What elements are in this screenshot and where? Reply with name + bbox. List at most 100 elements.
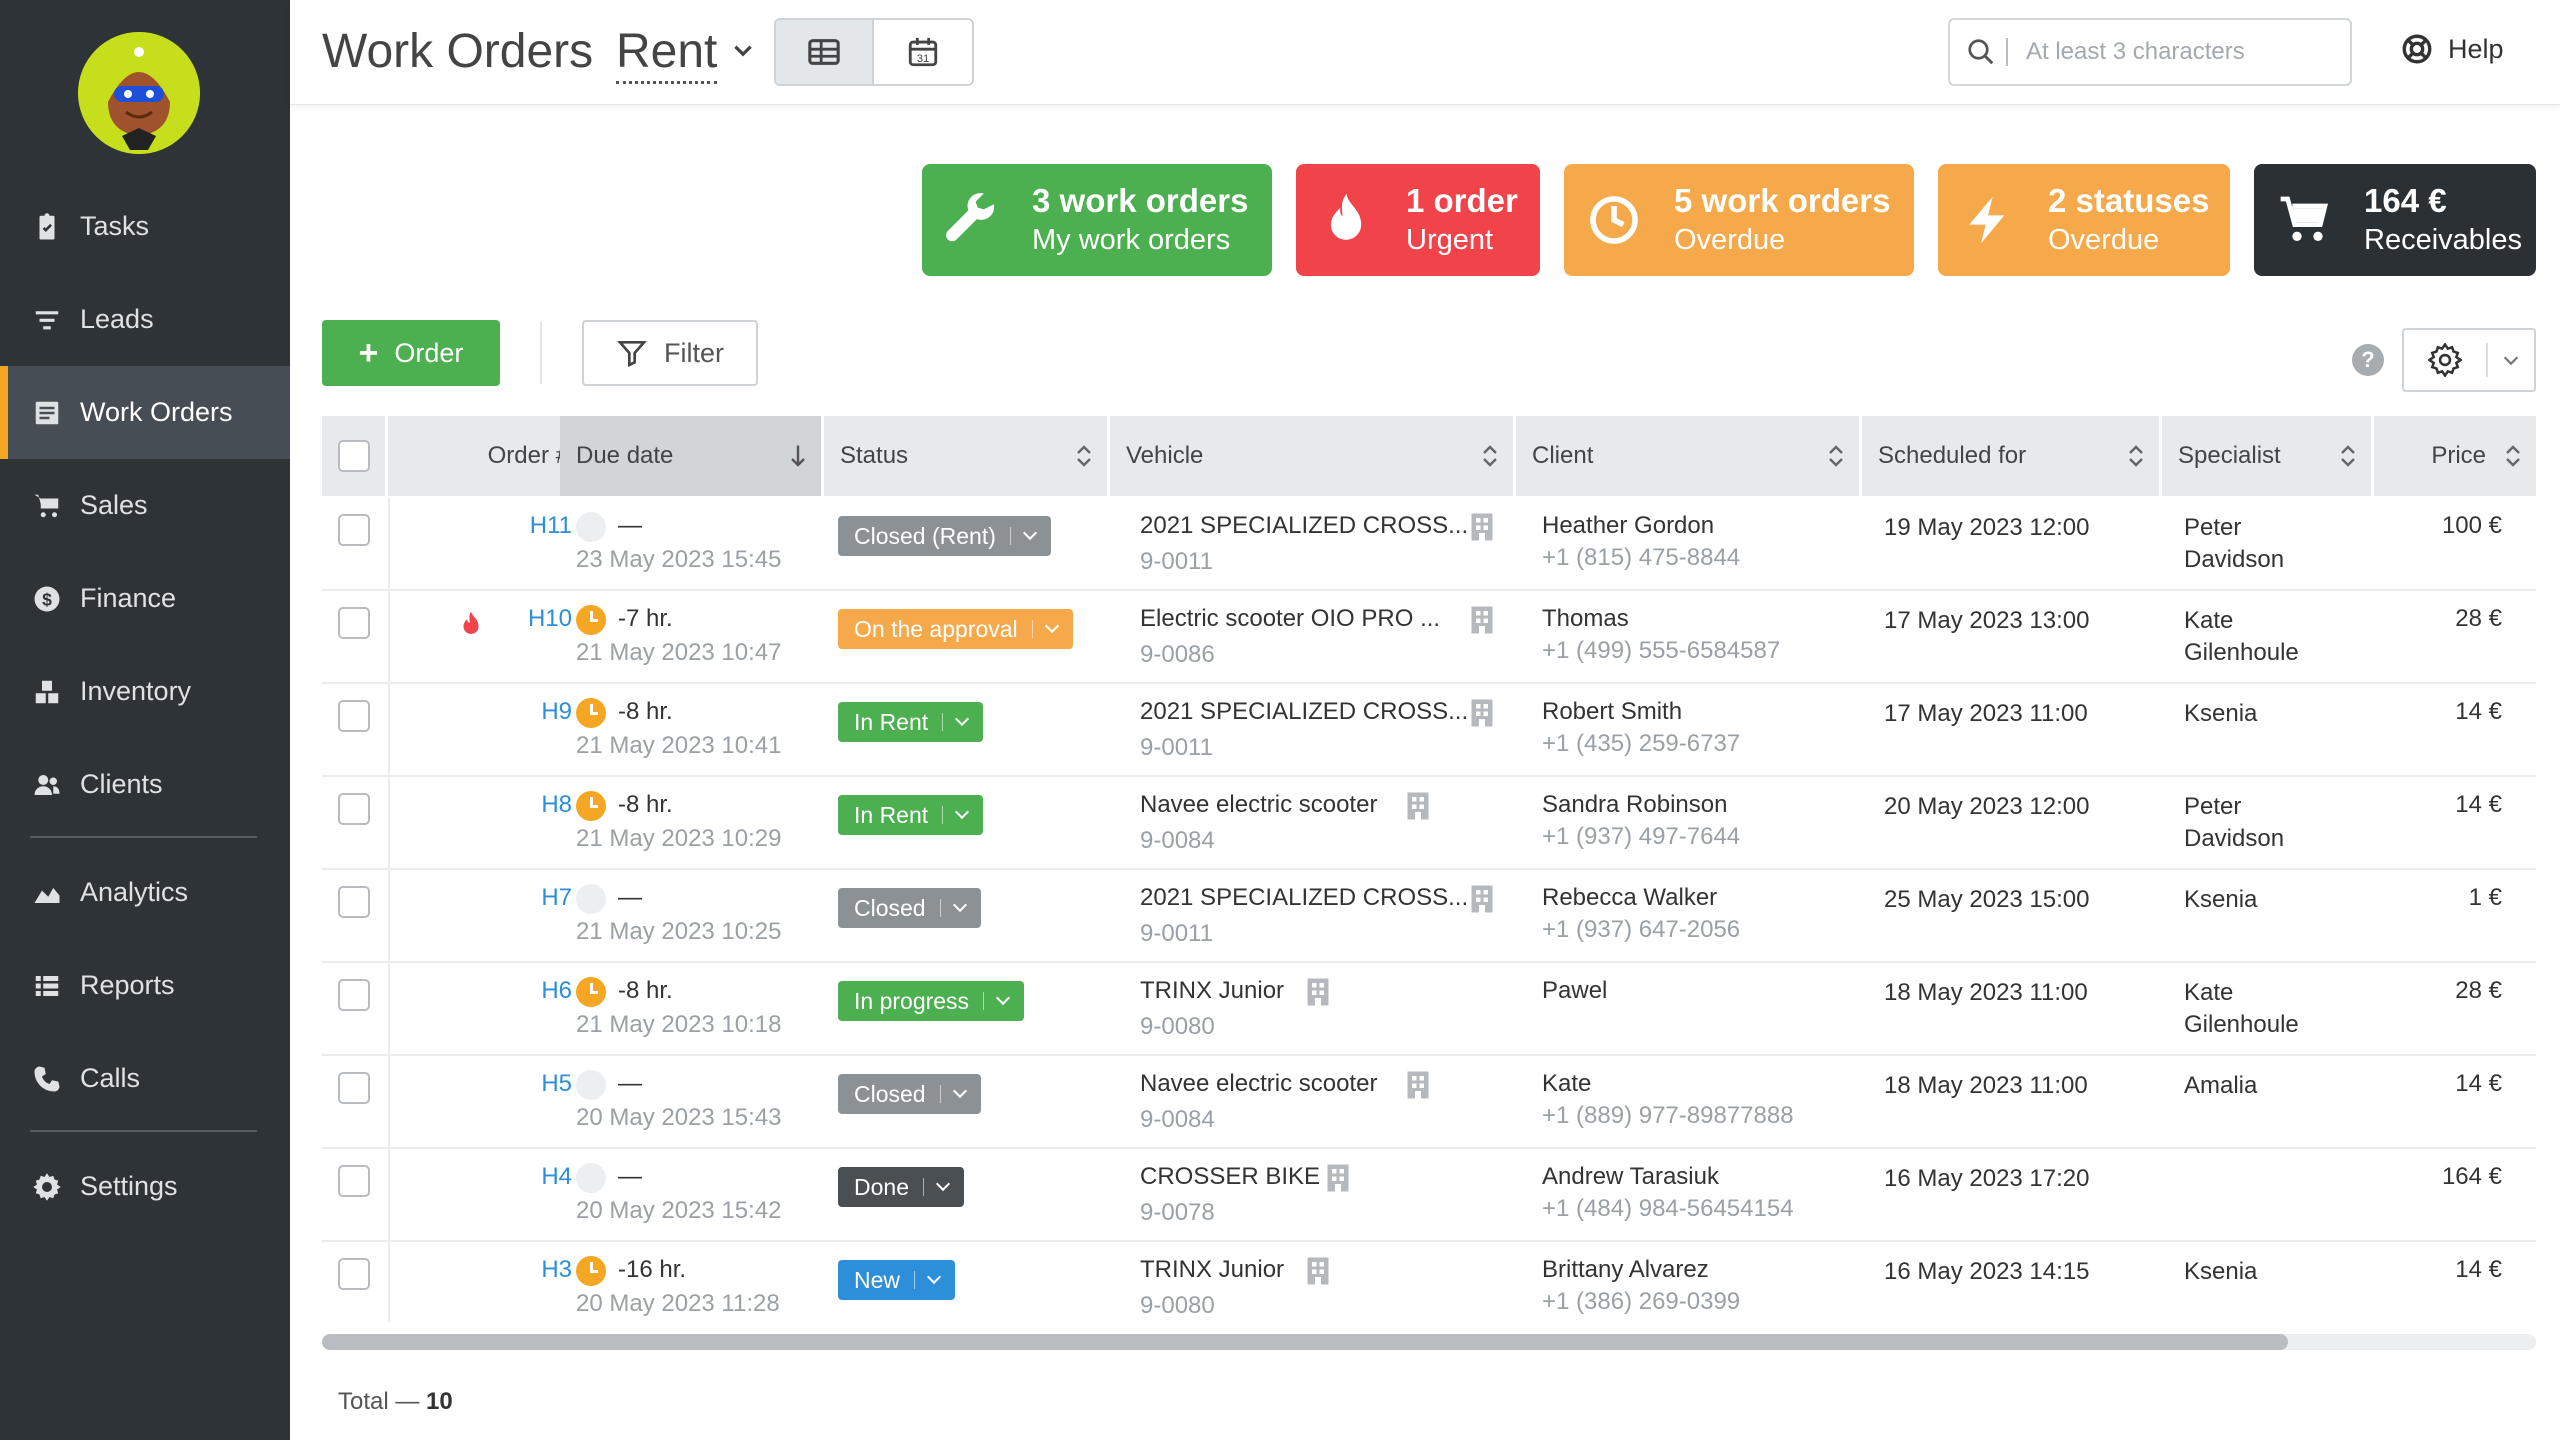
row-checkbox[interactable] — [338, 607, 370, 639]
vehicle-name[interactable]: 2021 SPECIALIZED CROSS... — [1140, 884, 1468, 912]
order-number-link[interactable]: H5 — [452, 1070, 572, 1098]
sidebar-item-clients[interactable]: Clients — [0, 738, 290, 831]
sidebar-item-analytics[interactable]: Analytics — [0, 846, 290, 939]
client-name[interactable]: Rebecca Walker — [1542, 884, 1717, 912]
status-dropdown[interactable]: In progress — [838, 981, 1025, 1021]
sidebar-item-calls[interactable]: Calls — [0, 1032, 290, 1125]
client-phone[interactable]: +1 (484) 984-56454154 — [1542, 1195, 1794, 1223]
chevron-down-icon[interactable] — [730, 38, 756, 64]
table-row[interactable]: H11 — 23 May 2023 15:45 Closed (Rent) 2021 S… — [322, 498, 2536, 591]
client-phone[interactable]: +1 (499) 555-6584587 — [1542, 637, 1780, 665]
vehicle-name[interactable]: 2021 SPECIALIZED CROSS... — [1140, 512, 1468, 540]
order-number-link[interactable]: H9 — [452, 698, 572, 726]
status-dropdown[interactable]: Closed — [838, 888, 981, 928]
row-checkbox[interactable] — [338, 514, 370, 546]
horizontal-scrollbar[interactable] — [322, 1334, 2536, 1350]
vehicle-name[interactable]: Electric scooter OIO PRO ... — [1140, 605, 1440, 633]
row-checkbox[interactable] — [338, 1165, 370, 1197]
vehicle-name[interactable]: 2021 SPECIALIZED CROSS... — [1140, 698, 1468, 726]
client-name[interactable]: Heather Gordon — [1542, 512, 1714, 540]
table-row[interactable]: H4 — 20 May 2023 15:42 Done CROSSER BIKE 9-00… — [322, 1149, 2536, 1242]
card-overdue-orders[interactable]: 5 work orders Overdue — [1564, 164, 1914, 276]
sidebar-item-work-orders[interactable]: Work Orders — [0, 366, 290, 459]
building-icon[interactable] — [1406, 791, 1430, 821]
column-status[interactable]: Status — [824, 416, 1110, 496]
column-scheduled[interactable]: Scheduled for — [1862, 416, 2162, 496]
vehicle-name[interactable]: Navee electric scooter — [1140, 791, 1377, 819]
filter-button[interactable]: Filter — [582, 320, 758, 386]
sidebar-item-sales[interactable]: Sales — [0, 459, 290, 552]
avatar[interactable] — [78, 32, 200, 154]
status-dropdown[interactable]: In Rent — [838, 702, 984, 742]
client-phone[interactable]: +1 (937) 647-2056 — [1542, 916, 1740, 944]
table-row[interactable]: H7 — 21 May 2023 10:25 Closed 2021 SPECIALIZ… — [322, 870, 2536, 963]
select-all-checkbox[interactable] — [338, 440, 370, 472]
column-vehicle[interactable]: Vehicle — [1110, 416, 1516, 496]
add-order-button[interactable]: + Order — [322, 320, 500, 386]
sidebar-item-leads[interactable]: Leads — [0, 273, 290, 366]
building-icon[interactable] — [1470, 698, 1494, 728]
client-name[interactable]: Robert Smith — [1542, 698, 1682, 726]
table-row[interactable]: H6 -8 hr. 21 May 2023 10:18 In progress TRIN… — [322, 963, 2536, 1056]
table-row[interactable]: H9 -8 hr. 21 May 2023 10:41 In Rent 2021 SPE… — [322, 684, 2536, 777]
order-number-link[interactable]: H11 — [452, 512, 572, 540]
client-phone[interactable]: +1 (815) 475-8844 — [1542, 544, 1740, 572]
order-number-link[interactable]: H7 — [452, 884, 572, 912]
building-icon[interactable] — [1470, 884, 1494, 914]
sidebar-item-reports[interactable]: Reports — [0, 939, 290, 1032]
column-price[interactable]: Price — [2374, 416, 2536, 496]
sidebar-item-settings[interactable]: Settings — [0, 1140, 290, 1233]
building-icon[interactable] — [1470, 512, 1494, 542]
client-name[interactable]: Pawel — [1542, 977, 1607, 1005]
status-dropdown[interactable]: Closed (Rent) — [838, 516, 1051, 556]
row-checkbox[interactable] — [338, 1258, 370, 1290]
table-settings-button[interactable] — [2402, 328, 2536, 392]
vehicle-name[interactable]: TRINX Junior — [1140, 1256, 1284, 1284]
client-name[interactable]: Thomas — [1542, 605, 1629, 633]
building-icon[interactable] — [1306, 977, 1330, 1007]
card-my-work-orders[interactable]: 3 work orders My work orders — [922, 164, 1272, 276]
scrollbar-thumb[interactable] — [322, 1334, 2288, 1350]
client-name[interactable]: Brittany Alvarez — [1542, 1256, 1709, 1284]
card-overdue-statuses[interactable]: 2 statuses Overdue — [1938, 164, 2230, 276]
sidebar-item-tasks[interactable]: Tasks — [0, 180, 290, 273]
client-name[interactable]: Kate — [1542, 1070, 1591, 1098]
order-number-link[interactable]: H6 — [452, 977, 572, 1005]
client-phone[interactable]: +1 (435) 259-6737 — [1542, 730, 1740, 758]
status-dropdown[interactable]: Closed — [838, 1074, 981, 1114]
help-question-icon[interactable]: ? — [2352, 344, 2384, 376]
order-number-link[interactable]: H10 — [452, 605, 572, 633]
row-checkbox[interactable] — [338, 700, 370, 732]
search-input[interactable] — [2006, 38, 2336, 66]
table-row[interactable]: H5 — 20 May 2023 15:43 Closed Navee electric… — [322, 1056, 2536, 1149]
row-checkbox[interactable] — [338, 886, 370, 918]
client-phone[interactable]: +1 (889) 977-89877888 — [1542, 1102, 1794, 1130]
client-phone[interactable]: +1 (937) 497-7644 — [1542, 823, 1740, 851]
status-dropdown[interactable]: On the approval — [838, 609, 1073, 649]
building-icon[interactable] — [1326, 1163, 1350, 1193]
building-icon[interactable] — [1406, 1070, 1430, 1100]
client-name[interactable]: Sandra Robinson — [1542, 791, 1727, 819]
status-dropdown[interactable]: Done — [838, 1167, 964, 1207]
vehicle-name[interactable]: Navee electric scooter — [1140, 1070, 1377, 1098]
status-dropdown[interactable]: New — [838, 1260, 956, 1300]
sidebar-item-finance[interactable]: $ Finance — [0, 552, 290, 645]
order-number-link[interactable]: H4 — [452, 1163, 572, 1191]
order-number-link[interactable]: H3 — [452, 1256, 572, 1284]
view-selector[interactable]: Rent — [616, 24, 718, 84]
calendar-view-button[interactable]: 31 — [874, 20, 972, 84]
table-row[interactable]: H8 -8 hr. 21 May 2023 10:29 In Rent Navee el… — [322, 777, 2536, 870]
column-specialist[interactable]: Specialist — [2162, 416, 2374, 496]
help-button[interactable]: Help — [2400, 32, 2504, 66]
table-row[interactable]: H3 -16 hr. 20 May 2023 11:28 New TRINX Junio… — [322, 1242, 2536, 1322]
column-client[interactable]: Client — [1516, 416, 1862, 496]
vehicle-name[interactable]: CROSSER BIKE — [1140, 1163, 1320, 1191]
building-icon[interactable] — [1306, 1256, 1330, 1286]
building-icon[interactable] — [1470, 605, 1494, 635]
row-checkbox[interactable] — [338, 979, 370, 1011]
card-receivables[interactable]: 164 € Receivables — [2254, 164, 2536, 276]
client-phone[interactable]: +1 (386) 269-0399 — [1542, 1288, 1740, 1316]
status-dropdown[interactable]: In Rent — [838, 795, 984, 835]
table-view-button[interactable] — [776, 20, 874, 84]
column-due-date[interactable]: Due date — [560, 416, 824, 496]
